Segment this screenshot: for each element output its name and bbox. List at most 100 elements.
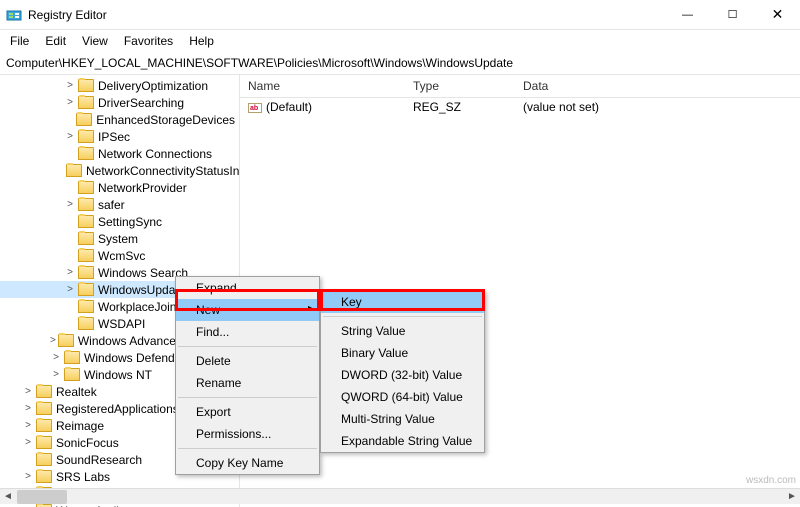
tree-node[interactable]: EnhancedStorageDevices	[0, 111, 239, 128]
tree-node-label: WindowsUpdate	[98, 283, 185, 297]
tree-node-label: EnhancedStorageDevices	[96, 113, 235, 127]
expand-icon[interactable]: >	[64, 267, 76, 278]
tree-node-label: Realtek	[56, 385, 97, 399]
folder-icon	[78, 283, 94, 296]
folder-icon	[36, 470, 52, 483]
tree-node[interactable]: > safer	[0, 196, 239, 213]
ctx-rename[interactable]: Rename	[176, 372, 319, 394]
value-name: (Default)	[266, 100, 312, 114]
tree-node-label: NetworkConnectivityStatusIndicator	[86, 164, 240, 178]
regedit-icon	[6, 7, 22, 23]
tree-node-label: DriverSearching	[98, 96, 184, 110]
tree-node[interactable]: System	[0, 230, 239, 247]
folder-icon	[36, 402, 52, 415]
ctx-expand[interactable]: Expand	[176, 277, 319, 299]
ctx-new[interactable]: New▸	[176, 299, 319, 321]
tree-node[interactable]: WcmSvc	[0, 247, 239, 264]
menu-view[interactable]: View	[76, 32, 114, 50]
expand-icon[interactable]: >	[50, 352, 62, 363]
watermark: wsxdn.com	[746, 475, 796, 486]
menu-file[interactable]: File	[4, 32, 35, 50]
expand-icon[interactable]: >	[50, 369, 62, 380]
list-row[interactable]: (Default) REG_SZ (value not set)	[240, 98, 800, 116]
folder-icon	[78, 266, 94, 279]
expand-icon[interactable]: >	[22, 420, 34, 431]
tree-node[interactable]: Network Connections	[0, 145, 239, 162]
ctx-new-dword[interactable]: DWORD (32-bit) Value	[321, 364, 484, 386]
expand-icon[interactable]: >	[64, 80, 76, 91]
folder-icon	[64, 351, 80, 364]
ctx-export[interactable]: Export	[176, 401, 319, 423]
tree-node-label: Reimage	[56, 419, 104, 433]
submenu-arrow-icon: ▸	[308, 303, 313, 314]
ctx-permissions[interactable]: Permissions...	[176, 423, 319, 445]
folder-icon	[58, 334, 74, 347]
folder-icon	[78, 249, 94, 262]
expand-icon[interactable]: >	[22, 403, 34, 414]
tree-node[interactable]: NetworkProvider	[0, 179, 239, 196]
ctx-new-key[interactable]: Key	[321, 291, 484, 313]
expand-icon[interactable]: >	[22, 471, 34, 482]
context-submenu-new: Key String Value Binary Value DWORD (32-…	[320, 290, 485, 453]
tree-node-label: WSDAPI	[98, 317, 145, 331]
ctx-new-binary[interactable]: Binary Value	[321, 342, 484, 364]
expand-icon[interactable]: >	[50, 335, 56, 346]
folder-icon	[76, 113, 92, 126]
tree-node[interactable]: > DriverSearching	[0, 94, 239, 111]
folder-icon	[66, 164, 82, 177]
folder-icon	[78, 147, 94, 160]
menu-favorites[interactable]: Favorites	[118, 32, 179, 50]
tree-node[interactable]: SettingSync	[0, 213, 239, 230]
expand-icon[interactable]: >	[64, 131, 76, 142]
ctx-find[interactable]: Find...	[176, 321, 319, 343]
ctx-new-qword[interactable]: QWORD (64-bit) Value	[321, 386, 484, 408]
string-value-icon	[248, 103, 262, 113]
tree-node[interactable]: NetworkConnectivityStatusIndicator	[0, 162, 239, 179]
tree-node-label: WcmSvc	[98, 249, 145, 263]
tree-node-label: SRS Labs	[56, 470, 110, 484]
tree-node-label: WorkplaceJoin	[98, 300, 176, 314]
value-data: (value not set)	[515, 98, 800, 116]
horizontal-scrollbar[interactable]: ◄ ►	[0, 488, 800, 504]
folder-icon	[36, 453, 52, 466]
tree-node-label: NetworkProvider	[98, 181, 187, 195]
expand-icon[interactable]: >	[64, 97, 76, 108]
col-header-name[interactable]: Name	[240, 75, 405, 97]
col-header-type[interactable]: Type	[405, 75, 515, 97]
value-type: REG_SZ	[405, 98, 515, 116]
col-header-data[interactable]: Data	[515, 75, 800, 97]
folder-icon	[78, 232, 94, 245]
tree-node[interactable]: >DeliveryOptimization	[0, 77, 239, 94]
menu-help[interactable]: Help	[183, 32, 220, 50]
tree-node-label: Network Connections	[98, 147, 212, 161]
folder-icon	[78, 79, 94, 92]
expand-icon[interactable]: >	[64, 199, 76, 210]
tree-node-label: System	[98, 232, 138, 246]
menubar: File Edit View Favorites Help	[0, 30, 800, 52]
minimize-button[interactable]: —	[665, 0, 710, 30]
tree-node[interactable]: > IPSec	[0, 128, 239, 145]
ctx-delete[interactable]: Delete	[176, 350, 319, 372]
context-menu: Expand New▸ Find... Delete Rename Export…	[175, 276, 320, 475]
tree-node-label: Windows NT	[84, 368, 152, 382]
tree-node-label: RegisteredApplications	[56, 402, 179, 416]
expand-icon[interactable]: >	[22, 386, 34, 397]
ctx-new-expandstring[interactable]: Expandable String Value	[321, 430, 484, 452]
ctx-new-multistring[interactable]: Multi-String Value	[321, 408, 484, 430]
tree-node-label: safer	[98, 198, 125, 212]
tree-node-label: SonicFocus	[56, 436, 119, 450]
tree-node-label: IPSec	[98, 130, 130, 144]
close-button[interactable]: ✕	[755, 0, 800, 30]
ctx-new-string[interactable]: String Value	[321, 320, 484, 342]
folder-icon	[36, 419, 52, 432]
address-bar[interactable]: Computer\HKEY_LOCAL_MACHINE\SOFTWARE\Pol…	[0, 52, 800, 75]
expand-icon[interactable]: >	[22, 437, 34, 448]
expand-icon[interactable]: >	[64, 284, 76, 295]
tree-node-label: Windows Defender	[84, 351, 185, 365]
menu-edit[interactable]: Edit	[39, 32, 72, 50]
folder-icon	[36, 385, 52, 398]
tree-node-label: SoundResearch	[56, 453, 142, 467]
folder-icon	[78, 130, 94, 143]
ctx-copy-key-name[interactable]: Copy Key Name	[176, 452, 319, 474]
maximize-button[interactable]: ☐	[710, 0, 755, 30]
